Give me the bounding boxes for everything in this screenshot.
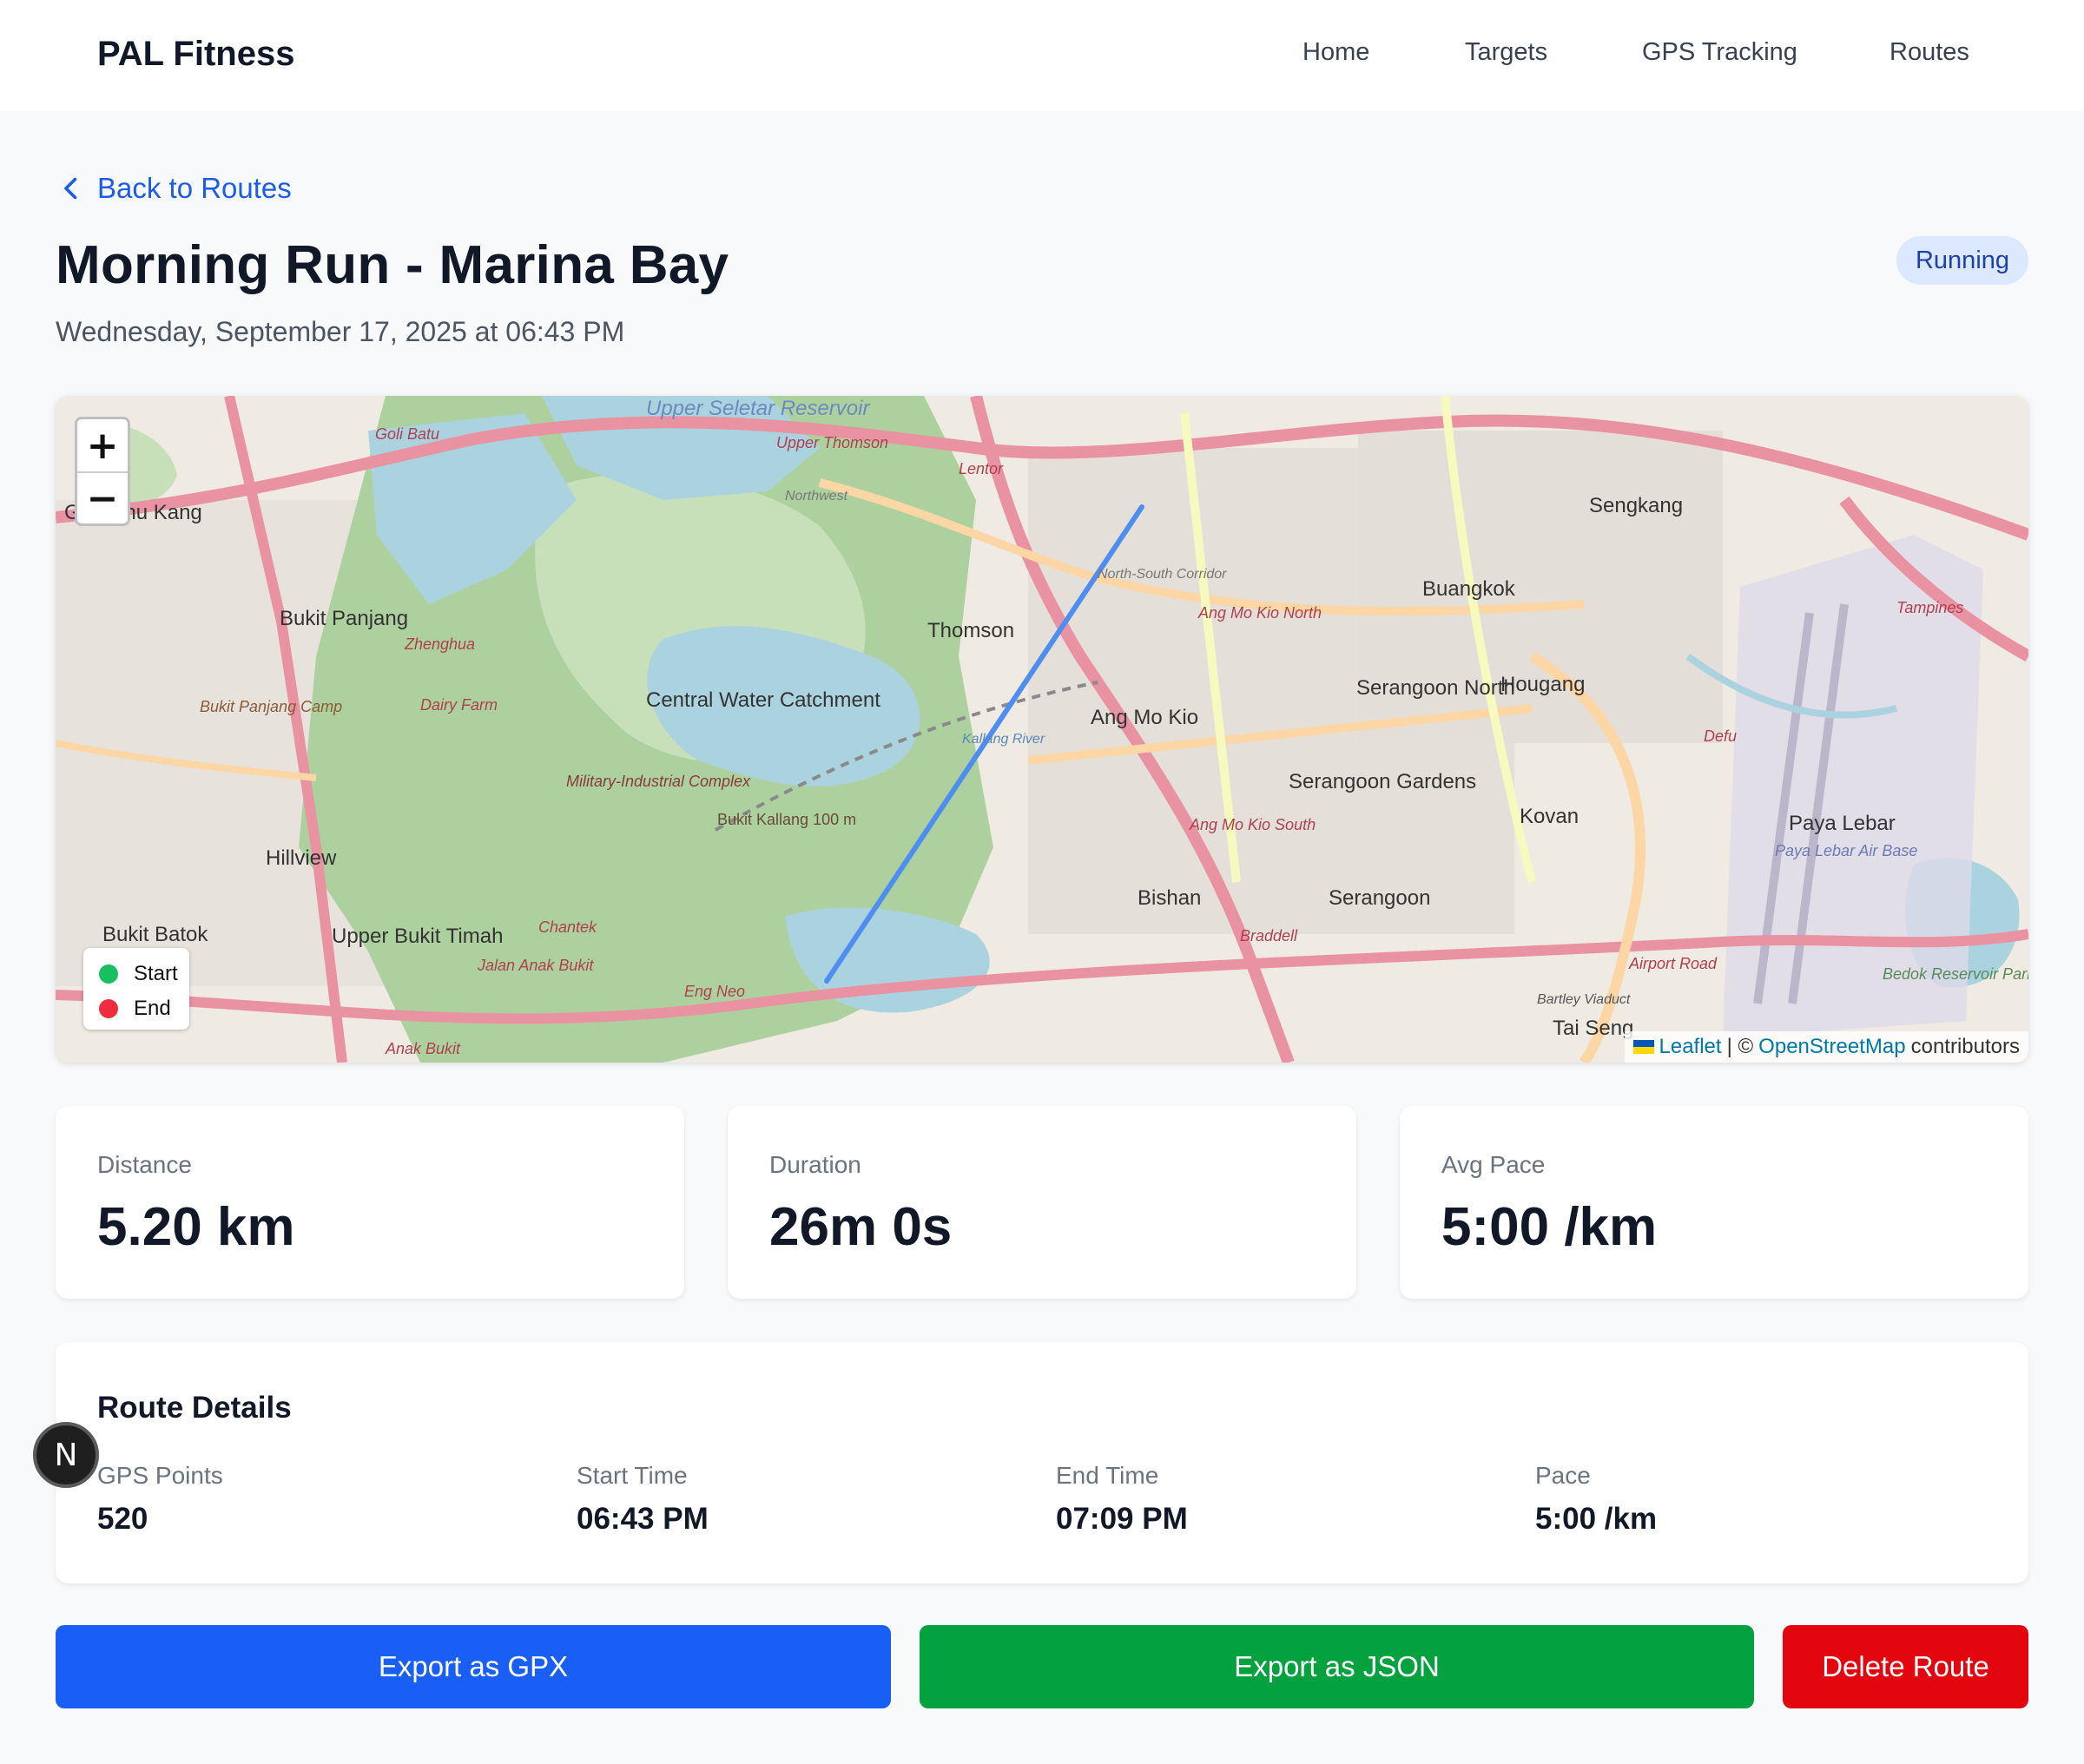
map-label: Kovan	[1520, 805, 1579, 828]
zoom-out-button[interactable]: −	[77, 471, 128, 523]
stat-label: Avg Pace	[1441, 1151, 1546, 1178]
delete-route-button[interactable]: Delete Route	[1783, 1625, 2028, 1708]
map-label: Upper Seletar Reservoir	[646, 397, 870, 420]
map-label: Sengkang	[1589, 494, 1683, 517]
stat-value: 26m 0s	[769, 1197, 953, 1257]
map-label: Military-Industrial Complex	[566, 773, 751, 790]
duration-card: Duration 26m 0s	[728, 1106, 1356, 1299]
map-label: Zhenghua	[404, 635, 475, 653]
map-label: Bishan	[1138, 886, 1201, 910]
nav-routes[interactable]: Routes	[1889, 38, 1969, 67]
attribution-separator: | ©	[1726, 1035, 1754, 1058]
stat-value: 5:00 /km	[1441, 1197, 1658, 1257]
map-label: North-South Corridor	[1098, 567, 1227, 582]
detail-label: Pace	[1535, 1462, 1591, 1489]
start-marker-icon	[99, 964, 118, 984]
map-label: Anak Bukit	[385, 1040, 461, 1057]
map-label: Ang Mo Kio South	[1189, 816, 1316, 833]
legend-end-label: End	[134, 997, 171, 1020]
zoom-in-button[interactable]: +	[77, 419, 128, 471]
nav-home[interactable]: Home	[1302, 38, 1369, 67]
map-label: Upper Thomson	[776, 434, 888, 451]
map-label: Tampines	[1896, 599, 1963, 616]
map-label: Airport Road	[1628, 955, 1718, 972]
map-label: Serangoon	[1329, 886, 1430, 910]
ukraine-flag-icon	[1632, 1040, 1654, 1054]
distance-card: Distance 5.20 km	[56, 1106, 684, 1299]
detail-value: 5:00 /km	[1535, 1502, 1658, 1536]
map-label: Paya Lebar	[1789, 812, 1896, 835]
map-label: Thomson	[927, 619, 1014, 642]
route-datetime: Wednesday, September 17, 2025 at 06:43 P…	[56, 316, 625, 347]
map-label: Eng Neo	[684, 983, 745, 1000]
map-legend: Start End	[83, 948, 189, 1030]
map-label: Hillview	[266, 846, 337, 870]
legend-start-label: Start	[134, 962, 178, 985]
end-marker-icon	[99, 999, 118, 1018]
map-label: Bukit Kallang 100 m	[717, 811, 856, 828]
stat-value: 5.20 km	[97, 1197, 295, 1257]
nav-gps-tracking[interactable]: GPS Tracking	[1642, 38, 1797, 67]
map-label: Bukit Batok	[102, 923, 208, 946]
detail-label: Start Time	[577, 1462, 688, 1489]
route-details-title: Route Details	[97, 1391, 292, 1425]
zoom-control: + −	[75, 417, 130, 526]
map-label: Northwest	[785, 489, 848, 504]
map-label: Defu	[1704, 727, 1737, 745]
map-label: Goli Batu	[375, 425, 439, 443]
map-attribution: Leaflet | © OpenStreetMap contributors	[1624, 1031, 2028, 1063]
map-label: Lentor	[959, 460, 1004, 477]
chevron-left-icon	[64, 177, 77, 200]
detail-label: End Time	[1056, 1462, 1159, 1489]
map-label: Buangkok	[1422, 577, 1516, 601]
detail-value: 07:09 PM	[1056, 1502, 1188, 1536]
map-label: Bedok Reservoir Park	[1883, 965, 2028, 983]
map-label: Bukit Panjang	[280, 607, 408, 630]
map-label: Upper Bukit Timah	[332, 925, 503, 948]
detail-label: GPS Points	[97, 1462, 223, 1489]
map-label: Jalan Anak Bukit	[477, 957, 594, 974]
route-details-card: Route Details GPS Points 520 Start Time …	[56, 1342, 2028, 1583]
map-label: Chantek	[538, 918, 597, 936]
legend-start: Start	[99, 957, 189, 991]
nextjs-dev-badge[interactable]: N	[33, 1422, 99, 1488]
map-label: Bukit Panjang Camp	[200, 698, 342, 715]
map-label: Serangoon Gardens	[1289, 770, 1476, 793]
attribution-suffix: contributors	[1910, 1035, 2020, 1058]
openstreetmap-link[interactable]: OpenStreetMap	[1758, 1035, 1905, 1059]
map-label: Paya Lebar Air Base	[1775, 842, 1917, 859]
map-label: Serangoon North	[1356, 676, 1515, 700]
detail-value: 06:43 PM	[577, 1502, 709, 1536]
stat-label: Duration	[769, 1151, 861, 1178]
map-label: Ang Mo Kio	[1091, 706, 1198, 729]
map-label: Central Water Catchment	[646, 688, 880, 712]
avg-pace-card: Avg Pace 5:00 /km	[1400, 1106, 2028, 1299]
map-label: Kallang River	[962, 732, 1045, 747]
map-label: Tai Seng	[1553, 1017, 1633, 1040]
legend-end: End	[99, 991, 189, 1026]
detail-value: 520	[97, 1502, 148, 1536]
map-label: Dairy Farm	[420, 696, 498, 714]
route-title: Morning Run - Marina Bay	[56, 235, 729, 295]
leaflet-link[interactable]: Leaflet	[1659, 1035, 1722, 1059]
activity-type-badge: Running	[1896, 236, 2028, 285]
top-navbar: PAL Fitness Home Targets GPS Tracking Ro…	[0, 0, 2084, 111]
map-label: Bartley Viaduct	[1537, 992, 1631, 1007]
brand-logo[interactable]: PAL Fitness	[97, 35, 294, 74]
route-map[interactable]: Upper Seletar Reservoir Goh Chu Kang Gol…	[56, 396, 2028, 1063]
map-label: Hougang	[1500, 673, 1585, 696]
back-to-routes-link[interactable]: Back to Routes	[56, 169, 292, 207]
stat-label: Distance	[97, 1151, 192, 1178]
back-link-label: Back to Routes	[97, 172, 292, 204]
export-gpx-button[interactable]: Export as GPX	[56, 1625, 891, 1708]
nav-targets[interactable]: Targets	[1465, 38, 1547, 67]
export-json-button[interactable]: Export as JSON	[920, 1625, 1754, 1708]
map-label: Braddell	[1240, 927, 1298, 945]
map-label: Ang Mo Kio North	[1197, 604, 1322, 622]
map-tiles[interactable]: Upper Seletar Reservoir Goh Chu Kang Gol…	[56, 396, 2028, 1063]
